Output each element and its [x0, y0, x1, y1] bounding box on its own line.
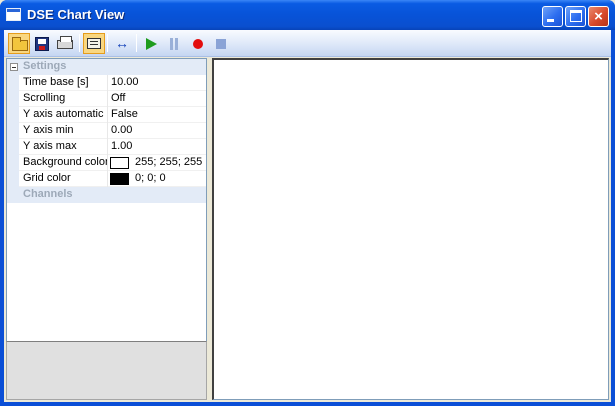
maximize-icon — [570, 10, 582, 22]
save-disk-icon — [35, 37, 49, 51]
printer-icon — [57, 36, 73, 49]
toolbar-separator — [136, 34, 137, 52]
property-grid-color[interactable]: Grid color 0; 0; 0 — [7, 171, 206, 187]
record-icon — [193, 39, 203, 49]
chart-view-button[interactable] — [83, 33, 105, 54]
stop-button[interactable] — [210, 33, 232, 54]
row-gutter — [7, 91, 19, 107]
folder-open-icon — [12, 37, 28, 51]
column-divider — [107, 107, 108, 123]
property-time-base[interactable]: Time base [s] 10.00 — [7, 75, 206, 91]
app-icon — [6, 8, 21, 21]
double-arrow-icon: ↔ — [115, 35, 129, 51]
property-value[interactable]: 0; 0; 0 — [135, 172, 166, 184]
chart-view-window: DSE Chart View × ↔ Settings Time base [s… — [0, 0, 615, 406]
property-name: Y axis max — [23, 140, 77, 152]
property-background-color[interactable]: Background color 255; 255; 255 — [7, 155, 206, 171]
zoom-button[interactable]: ↔ — [111, 33, 133, 54]
column-divider — [107, 123, 108, 139]
property-value[interactable]: 255; 255; 255 — [135, 156, 202, 168]
collapse-icon[interactable] — [10, 63, 18, 71]
color-swatch[interactable] — [110, 157, 129, 169]
property-y-axis-max[interactable]: Y axis max 1.00 — [7, 139, 206, 155]
property-name: Y axis automatic — [23, 108, 104, 120]
column-divider — [107, 139, 108, 155]
minimize-button[interactable] — [542, 6, 563, 27]
property-name: Grid color — [23, 172, 71, 184]
play-icon — [146, 38, 157, 50]
property-name: Scrolling — [23, 92, 66, 104]
property-value[interactable]: 1.00 — [111, 140, 132, 152]
chart-view-icon — [87, 38, 101, 49]
row-gutter — [7, 75, 19, 91]
close-button[interactable]: × — [588, 6, 609, 27]
property-name: Time base [s] — [23, 76, 89, 88]
category-settings-label: Settings — [23, 60, 67, 72]
property-value[interactable]: Off — [111, 92, 125, 104]
pause-icon — [170, 38, 173, 50]
client-area: ↔ Settings Time base [s] 10.00 Scrolling — [4, 30, 611, 402]
play-button[interactable] — [140, 33, 162, 54]
property-y-axis-min[interactable]: Y axis min 0.00 — [7, 123, 206, 139]
close-icon: × — [594, 8, 603, 25]
row-gutter — [7, 123, 19, 139]
pause-button[interactable] — [163, 33, 185, 54]
color-swatch[interactable] — [110, 173, 129, 185]
stop-icon — [216, 39, 226, 49]
property-scrolling[interactable]: Scrolling Off — [7, 91, 206, 107]
row-gutter — [7, 139, 19, 155]
record-button[interactable] — [187, 33, 209, 54]
save-button[interactable] — [31, 33, 53, 54]
title-bar[interactable]: DSE Chart View × — [0, 0, 615, 30]
property-value[interactable]: 10.00 — [111, 76, 139, 88]
toolbar: ↔ — [4, 30, 611, 57]
column-divider — [107, 75, 108, 91]
toolbar-separator — [79, 34, 80, 52]
row-gutter — [7, 155, 19, 171]
minimize-icon — [547, 19, 554, 22]
row-gutter — [7, 107, 19, 123]
row-gutter — [7, 171, 19, 187]
column-divider — [107, 91, 108, 107]
property-name: Background color — [23, 156, 107, 168]
property-value[interactable]: False — [111, 108, 138, 120]
property-name: Y axis min — [23, 124, 74, 136]
window-title: DSE Chart View — [27, 7, 125, 22]
category-channels[interactable]: Channels — [7, 187, 206, 203]
open-button[interactable] — [8, 33, 30, 54]
property-description-pane — [6, 341, 207, 400]
toolbar-separator — [107, 34, 108, 52]
column-divider — [107, 155, 108, 171]
chart-area[interactable] — [212, 58, 609, 400]
property-value[interactable]: 0.00 — [111, 124, 132, 136]
print-button[interactable] — [54, 33, 76, 54]
category-channels-label: Channels — [23, 188, 73, 200]
maximize-button[interactable] — [565, 6, 586, 27]
column-divider — [107, 171, 108, 187]
property-grid[interactable]: Settings Time base [s] 10.00 Scrolling O… — [6, 58, 207, 370]
property-y-axis-automatic[interactable]: Y axis automatic False — [7, 107, 206, 123]
category-settings[interactable]: Settings — [7, 59, 206, 75]
